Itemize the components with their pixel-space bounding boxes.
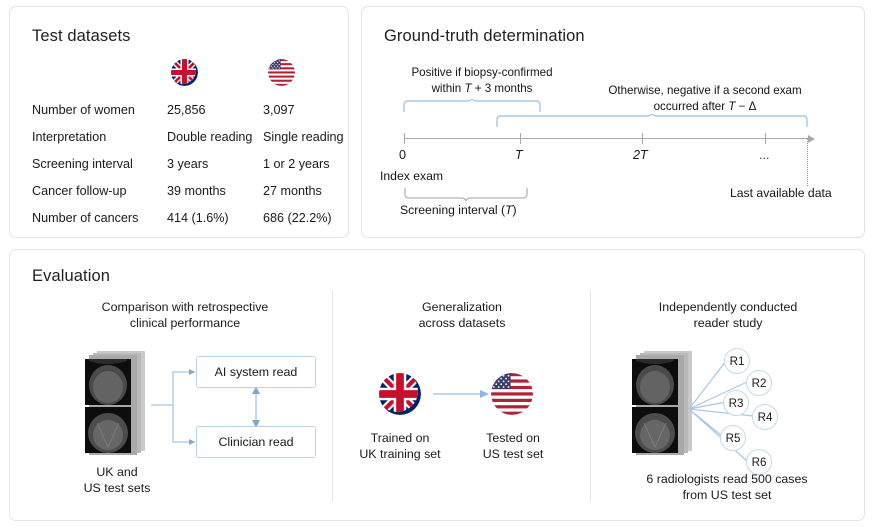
table-row-label: Number of women: [32, 103, 135, 117]
panel-ground-truth: Ground-truth determination Positive if b…: [361, 6, 865, 238]
reader-study-caption-line1: 6 radiologists read 500 cases: [602, 472, 852, 488]
section-divider-1: [332, 290, 333, 502]
reader-circle-r3[interactable]: R3: [723, 390, 749, 416]
table-cell-uk: 39 months: [167, 184, 226, 198]
axis-label-ellipsis: ...: [759, 148, 770, 162]
table-row-label: Interpretation: [32, 130, 106, 144]
table-cell-uk: 25,856: [167, 103, 206, 117]
reader-label: R6: [752, 456, 767, 469]
section-heading-comparison-line2: clinical performance: [50, 316, 320, 332]
brace-negative-window: [496, 114, 808, 128]
screening-interval-label: Screening interval (T): [400, 203, 517, 217]
last-data-dotted-line: [807, 138, 808, 186]
section-heading-generalization-line2: across datasets: [350, 316, 574, 332]
brace-screening-interval: [404, 187, 528, 201]
reader-circle-r4[interactable]: R4: [752, 404, 778, 430]
mammogram-stack-comparison: [83, 351, 149, 460]
table-cell-us: 686 (22.2%): [263, 211, 332, 225]
axis-tick-T: [520, 133, 521, 144]
table-row-label: Number of cancers: [32, 211, 138, 225]
reader-label: R2: [752, 377, 767, 390]
axis-tick-2T: [642, 133, 643, 144]
table-row-label: Screening interval: [32, 157, 133, 171]
us-flag-icon: [268, 59, 295, 86]
reader-label: R5: [726, 432, 741, 445]
axis-label-0: 0: [399, 148, 406, 162]
section-heading-comparison-line1: Comparison with retrospective: [50, 300, 320, 316]
panel-evaluation: Evaluation Comparison with retrospective…: [9, 249, 865, 521]
clinician-read-label: Clinician read: [218, 435, 293, 449]
last-available-data-label: Last available data: [730, 186, 832, 200]
panel-title-evaluation: Evaluation: [32, 267, 110, 286]
annotation-negative-line2: occurred after T − Δ: [560, 100, 850, 113]
generalization-left-caption-line1: Trained on: [340, 431, 460, 447]
annotation-positive-line2: within T + 3 months: [387, 82, 577, 95]
uk-flag-icon: [379, 373, 421, 415]
panel-test-datasets: Test datasets: [9, 6, 349, 238]
uk-flag-icon: [171, 59, 198, 86]
figure-root: Test datasets: [0, 0, 874, 527]
reader-label: R1: [730, 355, 745, 368]
table-row-label: Cancer follow-up: [32, 184, 127, 198]
section-heading-reader-study-line2: reader study: [610, 316, 846, 332]
reader-label: R3: [729, 397, 744, 410]
comparison-caption-line1: UK and: [53, 465, 181, 481]
table-cell-us: 3,097: [263, 103, 295, 117]
table-cell-uk: 414 (1.6%): [167, 211, 229, 225]
panel-title-ground-truth: Ground-truth determination: [384, 27, 585, 46]
table-cell-us: 1 or 2 years: [263, 157, 330, 171]
axis-label-T: T: [515, 148, 523, 162]
table-cell-uk: 3 years: [167, 157, 208, 171]
us-flag-icon: [491, 373, 533, 415]
reader-circle-r1[interactable]: R1: [724, 348, 750, 374]
comparison-caption-line2: US test sets: [53, 481, 181, 497]
axis-tick-ellipsis: [765, 133, 766, 144]
generalization-right-caption-line1: Tested on: [458, 431, 568, 447]
annotation-negative-line1: Otherwise, negative if a second exam: [560, 84, 850, 97]
brace-positive-window: [403, 99, 541, 113]
generalization-left-caption-line2: UK training set: [340, 447, 460, 463]
table-cell-uk: Double reading: [167, 130, 252, 144]
generalization-right-caption-line2: US test set: [458, 447, 568, 463]
table-cell-us: 27 months: [263, 184, 322, 198]
reader-label: R4: [758, 411, 773, 424]
reader-study-caption-line2: from US test set: [602, 488, 852, 504]
axis-tick-0: [404, 133, 405, 144]
timeline-axis: [404, 138, 808, 139]
ai-system-read-label: AI system read: [215, 365, 298, 379]
timeline-arrow-icon: [808, 135, 815, 143]
section-divider-2: [590, 290, 591, 502]
reader-circle-r2[interactable]: R2: [746, 370, 772, 396]
reader-circle-r5[interactable]: R5: [720, 425, 746, 451]
mammogram-stack-reader-study: [630, 351, 696, 460]
ai-system-read-box[interactable]: AI system read: [196, 356, 316, 388]
table-cell-us: Single reading: [263, 130, 344, 144]
annotation-positive-line1: Positive if biopsy-confirmed: [387, 66, 577, 79]
clinician-read-box[interactable]: Clinician read: [196, 426, 316, 458]
section-heading-generalization-line1: Generalization: [350, 300, 574, 316]
index-exam-label: Index exam: [380, 169, 443, 183]
section-heading-reader-study-line1: Independently conducted: [610, 300, 846, 316]
panel-title-test-datasets: Test datasets: [32, 27, 131, 46]
axis-label-2T: 2T: [633, 148, 648, 162]
